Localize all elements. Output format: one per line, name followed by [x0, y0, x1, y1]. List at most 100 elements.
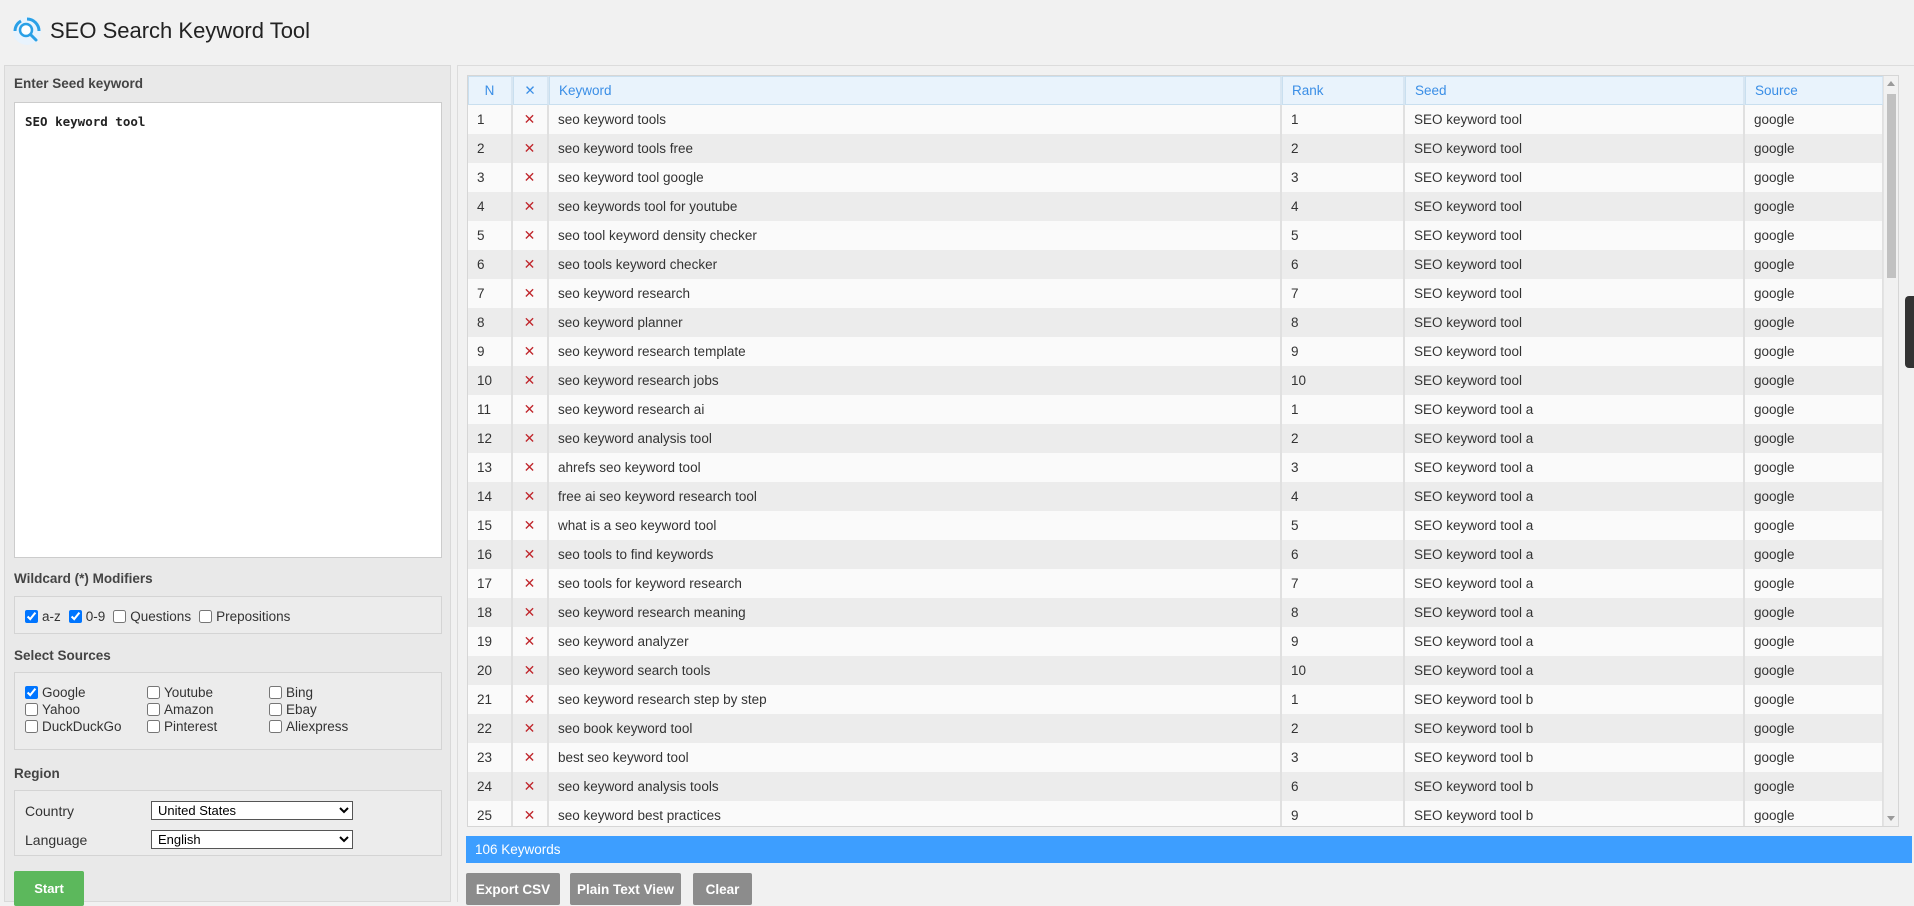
table-row: 22 ✕ seo book keyword tool 2 SEO keyword too…	[468, 714, 1884, 743]
start-button[interactable]: Start	[14, 871, 84, 906]
source-duckduckgo-check[interactable]	[25, 720, 38, 733]
source-yahoo-checkbox[interactable]: Yahoo	[25, 702, 147, 717]
clear-button[interactable]: Clear	[693, 873, 752, 905]
source-pinterest-check[interactable]	[147, 720, 160, 733]
wildcard-prepositions-checkbox[interactable]: Prepositions	[199, 609, 290, 624]
table-row: 11 ✕ seo keyword research ai 1 SEO keyword t…	[468, 395, 1884, 424]
remove-row-icon[interactable]: ✕	[513, 714, 549, 743]
side-panel-tab[interactable]	[1905, 296, 1914, 368]
remove-row-icon[interactable]: ✕	[513, 424, 549, 453]
wildcard-az-check[interactable]	[25, 610, 38, 623]
source-bing-check[interactable]	[269, 686, 282, 699]
source-cell: google	[1745, 308, 1884, 337]
table-row: 3 ✕ seo keyword tool google 3 SEO keyword to…	[468, 163, 1884, 192]
remove-row-icon[interactable]: ✕	[513, 540, 549, 569]
source-cell: google	[1745, 221, 1884, 250]
remove-row-icon[interactable]: ✕	[513, 685, 549, 714]
remove-row-icon[interactable]: ✕	[513, 134, 549, 163]
table-row: 7 ✕ seo keyword research 7 SEO keyword tool g…	[468, 279, 1884, 308]
header-rank[interactable]: Rank	[1282, 76, 1405, 105]
country-label: Country	[25, 802, 75, 819]
export-csv-button[interactable]: Export CSV	[466, 873, 560, 905]
remove-row-icon[interactable]: ✕	[513, 105, 549, 134]
source-cell: google	[1745, 685, 1884, 714]
source-yahoo-check[interactable]	[25, 703, 38, 716]
wildcard-az-checkbox[interactable]: a-z	[25, 609, 61, 624]
wildcard-questions-check[interactable]	[113, 610, 127, 623]
wildcard-09-check[interactable]	[68, 610, 82, 623]
remove-row-icon[interactable]: ✕	[513, 221, 549, 250]
rank-cell: 3	[1282, 743, 1405, 772]
seed-cell: SEO keyword tool b	[1405, 772, 1745, 801]
source-bing-checkbox[interactable]: Bing	[269, 685, 391, 700]
row-number: 8	[468, 308, 513, 337]
source-cell: google	[1745, 192, 1884, 221]
table-row: 24 ✕ seo keyword analysis tools 6 SEO keywor…	[468, 772, 1884, 801]
remove-row-icon[interactable]: ✕	[513, 395, 549, 424]
table-scrollbar[interactable]	[1883, 76, 1898, 826]
rank-cell: 2	[1282, 424, 1405, 453]
source-amazon-checkbox[interactable]: Amazon	[147, 702, 269, 717]
scroll-down-icon[interactable]	[1887, 816, 1895, 821]
region-title: Region	[14, 766, 60, 781]
source-aliexpress-checkbox[interactable]: Aliexpress	[269, 719, 391, 734]
keyword-cell: seo tool keyword density checker	[549, 221, 1282, 250]
table-row: 5 ✕ seo tool keyword density checker 5 SEO k…	[468, 221, 1884, 250]
remove-row-icon[interactable]: ✕	[513, 482, 549, 511]
source-google-checkbox[interactable]: Google	[25, 685, 147, 700]
source-youtube-checkbox[interactable]: Youtube	[147, 685, 269, 700]
seed-cell: SEO keyword tool	[1405, 192, 1745, 221]
wildcard-prepositions-check[interactable]	[199, 610, 213, 623]
header-source[interactable]: Source	[1745, 76, 1884, 105]
source-ebay-check[interactable]	[269, 703, 282, 716]
country-select[interactable]: United States	[151, 801, 353, 820]
source-ebay-checkbox[interactable]: Ebay	[269, 702, 391, 717]
results-table-container[interactable]: N ✕ Keyword Rank Seed Source 1 ✕ seo keywo…	[467, 75, 1899, 827]
header-n[interactable]: N	[468, 76, 513, 105]
source-google-check[interactable]	[25, 686, 38, 699]
seed-cell: SEO keyword tool	[1405, 308, 1745, 337]
remove-row-icon[interactable]: ✕	[513, 598, 549, 627]
remove-row-icon[interactable]: ✕	[513, 511, 549, 540]
source-duckduckgo-checkbox[interactable]: DuckDuckGo	[25, 719, 147, 734]
keyword-cell: seo keyword best practices	[549, 801, 1282, 826]
source-youtube-check[interactable]	[147, 686, 160, 699]
header-keyword[interactable]: Keyword	[549, 76, 1282, 105]
rank-cell: 5	[1282, 221, 1405, 250]
source-amazon-check[interactable]	[147, 703, 160, 716]
plain-text-view-button[interactable]: Plain Text View	[570, 873, 681, 905]
scroll-up-icon[interactable]	[1887, 81, 1895, 86]
rank-cell: 2	[1282, 134, 1405, 163]
table-row: 9 ✕ seo keyword research template 9 SEO keyw…	[468, 337, 1884, 366]
remove-row-icon[interactable]: ✕	[513, 569, 549, 598]
source-cell: google	[1745, 598, 1884, 627]
wildcard-questions-checkbox[interactable]: Questions	[113, 609, 191, 624]
remove-row-icon[interactable]: ✕	[513, 192, 549, 221]
source-cell: google	[1745, 656, 1884, 685]
seed-keyword-input[interactable]	[14, 102, 442, 558]
remove-row-icon[interactable]: ✕	[513, 279, 549, 308]
header-remove-icon[interactable]: ✕	[513, 76, 549, 105]
rank-cell: 10	[1282, 656, 1405, 685]
remove-row-icon[interactable]: ✕	[513, 337, 549, 366]
remove-row-icon[interactable]: ✕	[513, 801, 549, 826]
source-pinterest-checkbox[interactable]: Pinterest	[147, 719, 269, 734]
wildcard-09-checkbox[interactable]: 0-9	[68, 609, 105, 624]
remove-row-icon[interactable]: ✕	[513, 772, 549, 801]
keyword-count: 106 Keywords	[475, 842, 561, 857]
remove-row-icon[interactable]: ✕	[513, 743, 549, 772]
header-seed[interactable]: Seed	[1405, 76, 1745, 105]
remove-row-icon[interactable]: ✕	[513, 453, 549, 482]
remove-row-icon[interactable]: ✕	[513, 366, 549, 395]
remove-row-icon[interactable]: ✕	[513, 656, 549, 685]
remove-row-icon[interactable]: ✕	[513, 163, 549, 192]
source-cell: google	[1745, 482, 1884, 511]
remove-row-icon[interactable]: ✕	[513, 250, 549, 279]
source-cell: google	[1745, 250, 1884, 279]
remove-row-icon[interactable]: ✕	[513, 308, 549, 337]
source-aliexpress-check[interactable]	[269, 720, 282, 733]
scroll-thumb[interactable]	[1887, 94, 1896, 278]
table-row: 23 ✕ best seo keyword tool 3 SEO keyword too…	[468, 743, 1884, 772]
language-select[interactable]: English	[151, 830, 353, 849]
remove-row-icon[interactable]: ✕	[513, 627, 549, 656]
